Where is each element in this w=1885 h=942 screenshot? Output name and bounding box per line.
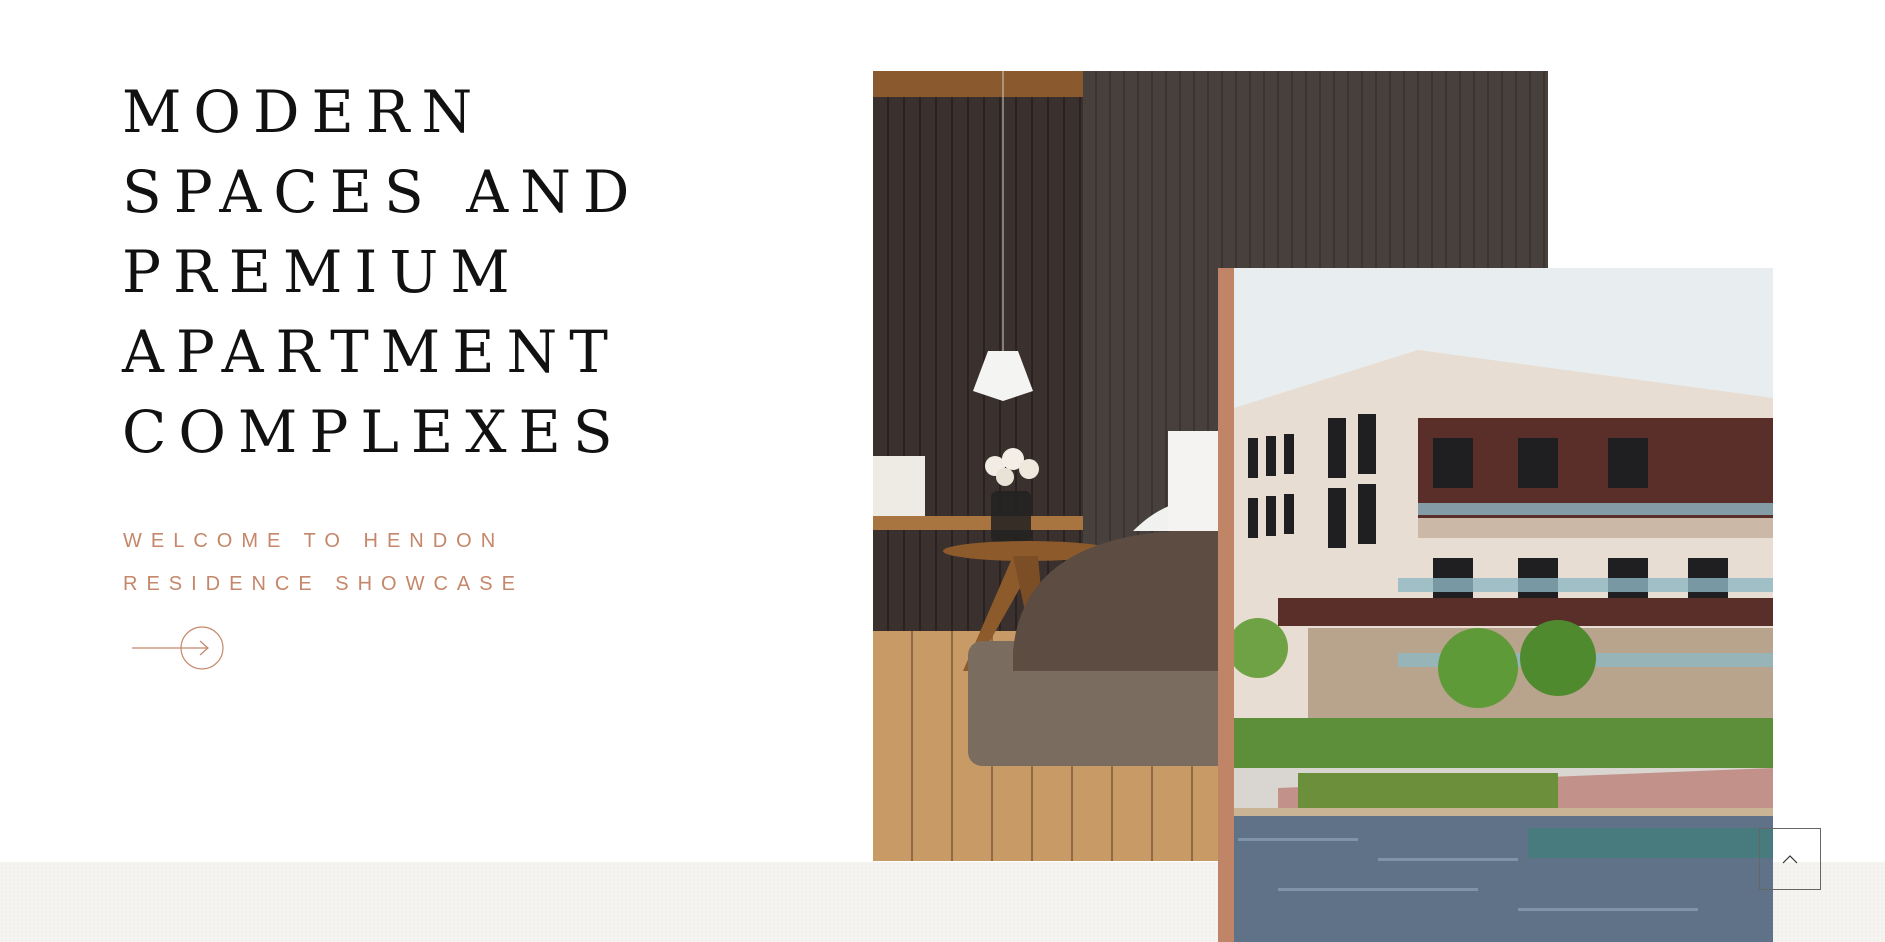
hero-title: MODERN SPACES AND PREMIUM APARTMENT COMP…	[122, 72, 641, 472]
chevron-up-icon	[1782, 855, 1798, 864]
hero-title-line: APARTMENT	[122, 318, 620, 386]
hero-subtitle: WELCOME TO HENDON RESIDENCE SHOWCASE	[123, 520, 524, 606]
hero-title-line: MODERN	[122, 78, 485, 146]
hero-title-line: SPACES AND	[122, 158, 642, 226]
apartment-complex-image	[1218, 268, 1773, 942]
arrow-right-circle-icon	[132, 626, 224, 670]
hero-subtitle-line: RESIDENCE SHOWCASE	[123, 573, 524, 595]
hero-title-line: PREMIUM	[122, 238, 522, 306]
hero-title-line: COMPLEXES	[122, 398, 625, 466]
explore-arrow-button[interactable]	[130, 625, 230, 671]
scroll-to-top-button[interactable]	[1759, 828, 1821, 890]
accent-bar	[1218, 268, 1234, 942]
hero-subtitle-line: WELCOME TO HENDON	[123, 530, 505, 552]
